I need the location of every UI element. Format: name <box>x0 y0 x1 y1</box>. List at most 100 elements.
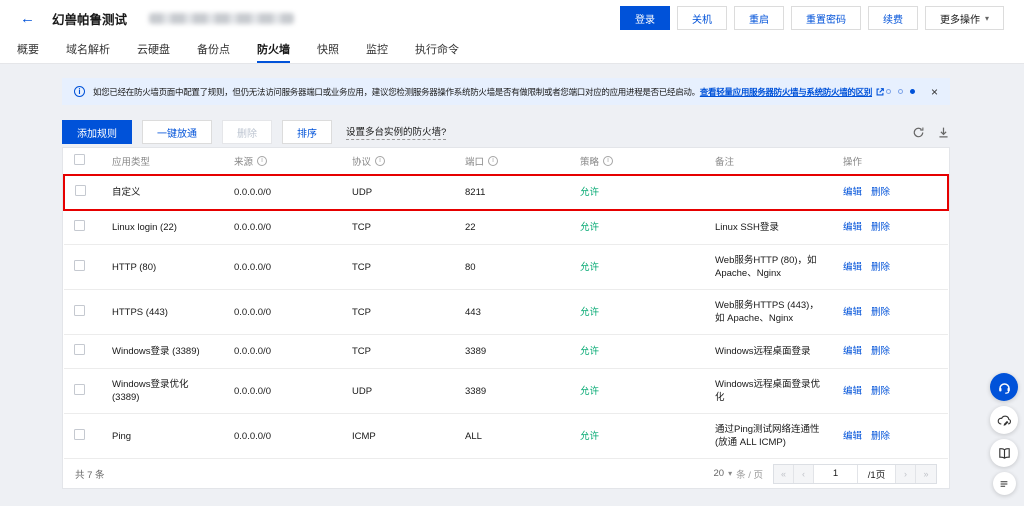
col-operation: 操作 <box>843 157 862 168</box>
edit-link[interactable]: 编辑 <box>843 187 862 198</box>
tab-backup[interactable]: 备份点 <box>197 36 230 63</box>
cell-app-type: 自定义 <box>102 175 224 210</box>
tab-cloud-disk[interactable]: 云硬盘 <box>137 36 170 63</box>
row-checkbox[interactable] <box>74 220 85 231</box>
cell-policy: 允许 <box>570 335 705 369</box>
row-checkbox[interactable] <box>74 344 85 355</box>
delete-button[interactable]: 删除 <box>222 120 272 144</box>
next-page-button[interactable]: › <box>896 465 916 483</box>
cell-remark <box>705 175 833 210</box>
info-banner: i 如您已经在防火墙页面中配置了规则，但仍无法访问服务器端口或业务应用，建议您检… <box>62 78 950 105</box>
page-title: 幻兽帕鲁测试 <box>52 9 127 28</box>
table-header-row: 应用类型 来源i 协议i 端口i 策略i 备注 操作 <box>64 148 948 175</box>
firewall-rules-table: 应用类型 来源i 协议i 端口i 策略i 备注 操作 自定义 0.0.0.0/0 <box>62 147 950 489</box>
shutdown-button[interactable]: 关机 <box>677 6 727 30</box>
cell-source: 0.0.0.0/0 <box>224 369 342 414</box>
col-policy: 策略 <box>580 154 599 168</box>
select-all-checkbox[interactable] <box>74 154 85 165</box>
tab-snapshot[interactable]: 快照 <box>317 36 339 63</box>
first-page-button[interactable]: « <box>774 465 794 483</box>
banner-doc-link[interactable]: 查看轻量应用服务器防火墙与系统防火墙的区别 <box>700 86 872 98</box>
cell-port: 80 <box>455 245 570 290</box>
info-icon[interactable]: i <box>257 156 267 166</box>
delete-link[interactable]: 删除 <box>871 431 890 442</box>
quick-menu-button[interactable] <box>993 472 1016 495</box>
cell-protocol: TCP <box>342 245 455 290</box>
tab-overview[interactable]: 概要 <box>17 36 39 63</box>
masked-instance-info <box>149 13 294 24</box>
reset-password-button[interactable]: 重置密码 <box>791 6 861 30</box>
cell-protocol: TCP <box>342 210 455 245</box>
tab-dns[interactable]: 域名解析 <box>66 36 110 63</box>
row-checkbox[interactable] <box>74 429 85 440</box>
col-protocol: 协议 <box>352 154 371 168</box>
back-arrow-icon[interactable]: ← <box>20 11 35 26</box>
edit-link[interactable]: 编辑 <box>843 431 862 442</box>
documentation-button[interactable] <box>990 439 1018 467</box>
carousel-dot-1[interactable] <box>886 89 891 94</box>
row-checkbox[interactable] <box>74 305 85 316</box>
instance-action-buttons: 登录 关机 重启 重置密码 续费 更多操作 ▾ <box>620 6 1004 30</box>
login-button[interactable]: 登录 <box>620 6 670 30</box>
info-icon[interactable]: i <box>603 156 613 166</box>
restart-button[interactable]: 重启 <box>734 6 784 30</box>
row-checkbox[interactable] <box>74 384 85 395</box>
cell-policy: 允许 <box>570 175 705 210</box>
close-icon[interactable]: × <box>931 86 938 98</box>
more-actions-button[interactable]: 更多操作 ▾ <box>925 6 1004 30</box>
current-page-input[interactable]: 1 <box>814 465 858 483</box>
cell-remark: Web服务HTTPS (443)，如 Apache、Nginx <box>705 290 833 335</box>
sort-button[interactable]: 排序 <box>282 120 332 144</box>
feedback-button[interactable] <box>990 406 1018 434</box>
chevron-down-icon: ▾ <box>728 469 732 478</box>
download-icon[interactable] <box>937 126 950 139</box>
prev-page-button[interactable]: ‹ <box>794 465 814 483</box>
last-page-button[interactable]: » <box>916 465 936 483</box>
multi-instance-firewall-hint[interactable]: 设置多台实例的防火墙? <box>346 124 446 140</box>
cell-source: 0.0.0.0/0 <box>224 414 342 459</box>
edit-link[interactable]: 编辑 <box>843 386 862 397</box>
edit-link[interactable]: 编辑 <box>843 222 862 233</box>
cell-app-type: Linux login (22) <box>102 210 224 245</box>
delete-link[interactable]: 删除 <box>871 222 890 233</box>
tab-run-command[interactable]: 执行命令 <box>415 36 459 63</box>
total-pages-label: /1页 <box>858 465 896 483</box>
cell-source: 0.0.0.0/0 <box>224 210 342 245</box>
carousel-dot-3[interactable] <box>910 89 915 94</box>
delete-link[interactable]: 删除 <box>871 307 890 318</box>
cell-source: 0.0.0.0/0 <box>224 335 342 369</box>
refresh-icon[interactable] <box>912 126 925 139</box>
add-rule-button[interactable]: 添加规则 <box>62 120 132 144</box>
table-footer: 共 7 条 20 ▾ 条 / 页 « ‹ 1 /1页 › » <box>63 459 949 488</box>
info-icon[interactable]: i <box>488 156 498 166</box>
table-row-http-80: HTTP (80) 0.0.0.0/0 TCP 80 允许 Web服务HTTP … <box>64 245 948 290</box>
renew-button[interactable]: 续费 <box>868 6 918 30</box>
row-checkbox[interactable] <box>75 185 86 196</box>
feedback-icon <box>997 413 1012 428</box>
cell-remark: Windows远程桌面登录优化 <box>705 369 833 414</box>
carousel-dot-2[interactable] <box>898 89 903 94</box>
customer-service-button[interactable] <box>990 373 1018 401</box>
delete-link[interactable]: 删除 <box>871 386 890 397</box>
book-icon <box>997 446 1012 461</box>
headset-icon <box>997 380 1012 395</box>
edit-link[interactable]: 编辑 <box>843 307 862 318</box>
cell-port: 22 <box>455 210 570 245</box>
cell-app-type: HTTPS (443) <box>102 290 224 335</box>
info-icon[interactable]: i <box>375 156 385 166</box>
tab-firewall[interactable]: 防火墙 <box>257 36 290 63</box>
cell-port: 3389 <box>455 335 570 369</box>
page-size-select[interactable]: 20 ▾ 条 / 页 <box>713 467 763 481</box>
cell-port: ALL <box>455 414 570 459</box>
edit-link[interactable]: 编辑 <box>843 346 862 357</box>
tab-monitor[interactable]: 监控 <box>366 36 388 63</box>
allow-all-button[interactable]: 一键放通 <box>142 120 212 144</box>
edit-link[interactable]: 编辑 <box>843 262 862 273</box>
delete-link[interactable]: 删除 <box>871 187 890 198</box>
delete-link[interactable]: 删除 <box>871 262 890 273</box>
row-checkbox[interactable] <box>74 260 85 271</box>
banner-text: 如您已经在防火墙页面中配置了规则，但仍无法访问服务器端口或业务应用，建议您检测服… <box>93 86 700 98</box>
topbar: ← 幻兽帕鲁测试 登录 关机 重启 重置密码 续费 更多操作 ▾ <box>0 0 1024 36</box>
table-row-https-443: HTTPS (443) 0.0.0.0/0 TCP 443 允许 Web服务HT… <box>64 290 948 335</box>
delete-link[interactable]: 删除 <box>871 346 890 357</box>
